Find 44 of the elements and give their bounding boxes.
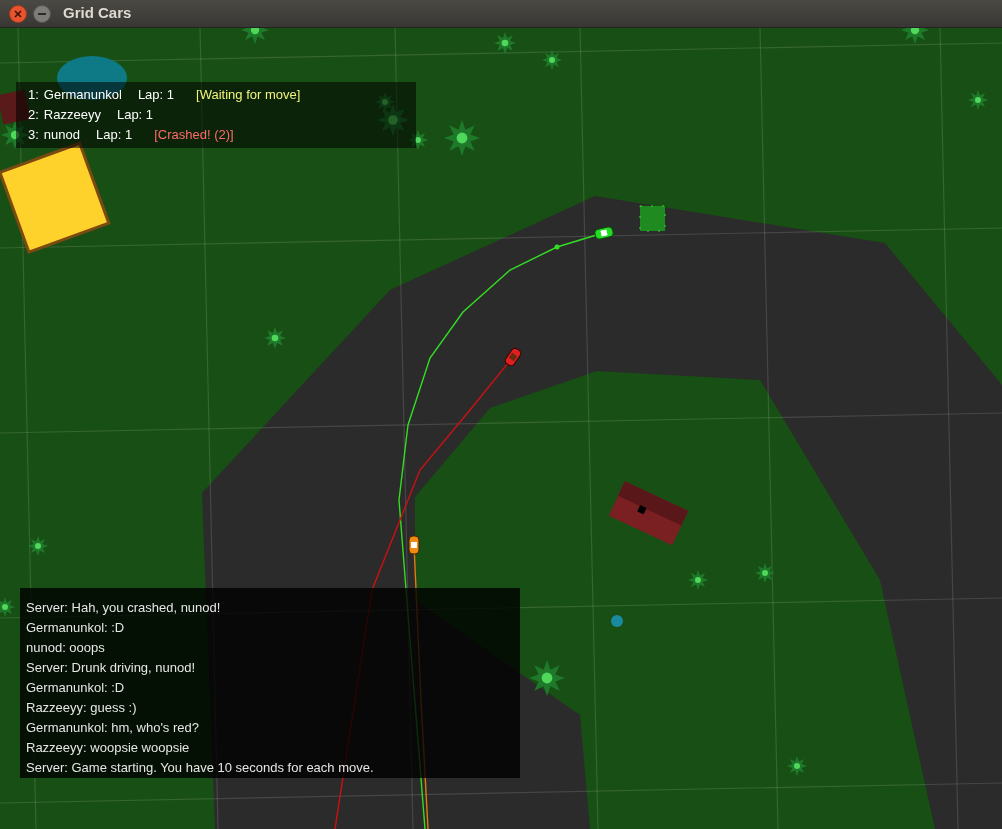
close-icon <box>14 9 22 18</box>
tree-drawing <box>688 570 708 590</box>
chat-message: Server: Game starting. You have 10 seconds for each move. <box>26 759 374 777</box>
chat-message: Razzeeyy: guess :) <box>26 699 137 717</box>
player-name: nunod <box>43 126 80 145</box>
player-name: Germanunkol <box>43 86 122 105</box>
chat-message: Server: Drunk driving, nunod! <box>26 659 196 677</box>
chat-message: Germanunkol: :D <box>26 619 125 637</box>
chat-message: Razzeeyy: woopsie woopsie <box>26 739 190 757</box>
lap-count: Lap: 1 <box>116 106 154 125</box>
car-drawing <box>593 225 615 241</box>
window-title: Grid Cars <box>63 3 132 24</box>
tree-drawing <box>28 536 48 556</box>
rank-number: 1: <box>28 86 39 105</box>
tree-drawing <box>1 121 29 149</box>
tree-drawing <box>968 90 988 110</box>
tree-drawing <box>264 327 286 349</box>
minimize-icon <box>38 12 46 15</box>
close-button[interactable] <box>9 4 27 23</box>
chat-message: Germanunkol: hm, who's red? <box>26 719 199 737</box>
rock-drawing <box>611 615 623 627</box>
minimize-button[interactable] <box>33 4 51 23</box>
tree-drawing <box>529 660 565 696</box>
rank-number: 3: <box>28 126 39 145</box>
tree-drawing <box>901 28 929 44</box>
chat-message: nunod: ooops <box>26 639 105 657</box>
chat-message: Germanunkol: :D <box>26 679 125 697</box>
lap-count: Lap: 1 <box>137 86 175 105</box>
tree-drawing <box>444 120 480 156</box>
tree-drawing <box>787 756 807 776</box>
tree-drawing <box>542 50 562 70</box>
car-drawing <box>408 535 420 555</box>
player-name: Razzeeyy <box>43 106 101 125</box>
player-status: [Crashed! (2)] <box>154 126 234 145</box>
tree-drawing <box>494 32 516 54</box>
waypoint-dot <box>554 244 560 250</box>
player-status: [Waiting for move] <box>196 86 301 105</box>
tree-drawing <box>0 597 15 617</box>
tree-drawing <box>241 28 269 44</box>
rank-number: 2: <box>28 106 39 125</box>
chat-message: Server: Hah, you crashed, nunod! <box>26 599 221 617</box>
target-square <box>639 205 666 232</box>
lap-count: Lap: 1 <box>96 126 133 145</box>
tree-drawing <box>755 563 775 583</box>
